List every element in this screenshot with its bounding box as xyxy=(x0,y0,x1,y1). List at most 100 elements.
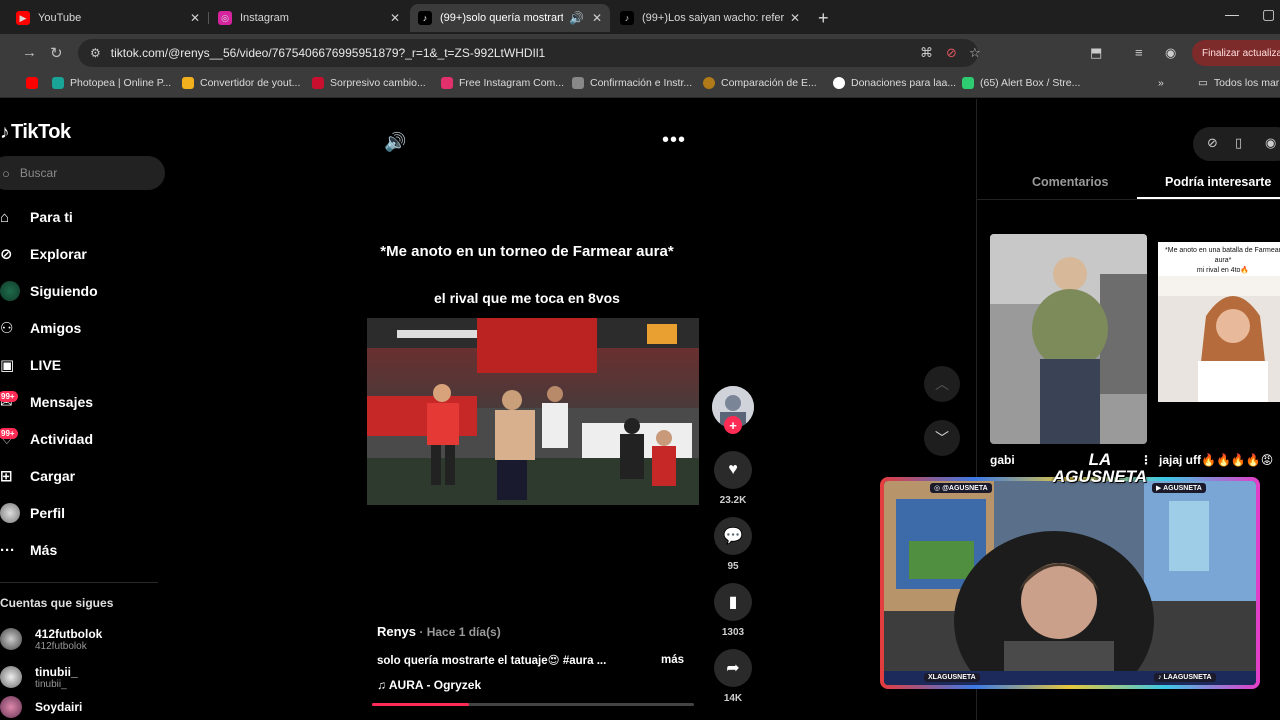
compare-icon xyxy=(703,77,715,89)
browser-tab-strip: ▶ YouTube ✕ ◎ Instagram ✕ ♪ (99+)solo qu… xyxy=(0,0,1280,34)
nav-label: Actividad xyxy=(30,431,94,447)
bookmark-label: Convertidor de yout... xyxy=(200,77,301,89)
extensions-icon[interactable]: ⬒ xyxy=(1090,45,1102,61)
converter-icon xyxy=(182,77,194,89)
phone-icon[interactable]: ▯ xyxy=(1235,135,1242,151)
previous-video-button[interactable]: ︿ xyxy=(924,366,960,402)
bookmark-item[interactable]: Free Instagram Com... xyxy=(441,77,564,89)
nav-cargar[interactable]: ⊞ Cargar xyxy=(0,461,75,491)
following-user[interactable]: 412futbolok 412futbolok xyxy=(0,621,102,657)
overlay-social-tag: ♪ LAAGUSNETA xyxy=(1154,673,1216,682)
suggested-video-2-header: *Me anoto en una batalla de Farmear aura… xyxy=(1165,247,1280,274)
tiktok-icon: ♪ xyxy=(418,11,432,25)
site-info-icon[interactable]: ⚙ xyxy=(90,46,101,60)
nav-para-ti[interactable]: ⌂ Para ti xyxy=(0,202,73,232)
tab-youtube[interactable]: ▶ YouTube ✕ xyxy=(8,4,208,32)
suggested-video-2-image xyxy=(1158,276,1280,402)
nav-perfil[interactable]: Perfil xyxy=(0,498,65,528)
close-icon[interactable]: ✕ xyxy=(790,11,800,25)
translate-icon[interactable]: ⌘ xyxy=(920,45,933,61)
user-name: 412futbolok xyxy=(35,626,103,641)
extension-blocked-icon[interactable]: ⊘ xyxy=(946,45,957,61)
speaker-icon[interactable]: 🔊 xyxy=(569,11,584,25)
heart-icon: ♥ xyxy=(728,461,738,478)
save-button[interactable]: ▮ xyxy=(714,583,752,621)
bookmark-item[interactable]: Convertidor de yout... xyxy=(182,77,300,89)
tab-tiktok-active[interactable]: ♪ (99+)solo quería mostrarte 🔊 ✕ xyxy=(410,4,610,32)
close-icon[interactable]: ✕ xyxy=(592,11,602,25)
youtube-bookmark-icon[interactable] xyxy=(26,77,44,89)
nav-mensajes[interactable]: ✉ 99+ Mensajes xyxy=(0,387,93,417)
music-track[interactable]: ♫ AURA - Ogryzek xyxy=(377,678,481,692)
volume-icon[interactable]: 🔊 xyxy=(384,132,406,153)
tiktok-icon: ♪ xyxy=(620,11,634,25)
bookmark-label: (65) Alert Box / Stre... xyxy=(980,77,1081,89)
profile-icon[interactable]: ◉ xyxy=(1165,45,1176,61)
nav-siguiendo[interactable]: Siguiendo xyxy=(0,276,98,306)
home-icon: ⌂ xyxy=(0,208,10,226)
video-progress-bar[interactable] xyxy=(372,703,694,706)
bookmark-item[interactable]: Comparación de E... xyxy=(703,77,817,89)
update-button[interactable]: Finalizar actualiza xyxy=(1192,40,1280,66)
tab-podria-interesarte[interactable]: Podría interesarte xyxy=(1165,175,1271,189)
comment-button[interactable]: 💬 xyxy=(714,517,752,555)
bookmark-label: Donaciones para laa... xyxy=(851,77,957,89)
search-icon: ○ xyxy=(2,165,10,181)
follow-button[interactable]: + xyxy=(724,416,742,434)
overlay-tag-text: XLAGUSNETA xyxy=(928,674,976,681)
bookmark-item[interactable]: Confirmación e Instr... xyxy=(572,77,692,89)
tab-title: YouTube xyxy=(38,12,82,24)
address-bar[interactable]: ⚙ tiktok.com/@renys__56/video/7675406676… xyxy=(78,39,981,67)
following-user[interactable]: tinubii_ tinubii_ xyxy=(0,659,78,695)
following-user[interactable]: Soydairi xyxy=(0,693,82,720)
chevron-right-icon[interactable]: » xyxy=(1158,77,1164,89)
bookmarks-bar: Photopea | Online P... Convertidor de yo… xyxy=(0,72,1280,98)
bookmark-item[interactable]: Sorpresivo cambio... xyxy=(312,77,426,89)
media-queue-icon[interactable]: ≡ xyxy=(1135,45,1143,60)
search-input[interactable] xyxy=(19,166,140,180)
video-author[interactable]: Renys · Hace 1 día(s) xyxy=(377,624,501,639)
tiktok-page: ♪TikTok ○ ⌂ Para ti ⊘ Explorar Siguiendo… xyxy=(0,99,1280,720)
overlay-tag-text: LAAGUSNETA xyxy=(1163,674,1212,681)
tab-tiktok-saiyan[interactable]: ♪ (99+)Los saiyan wacho: referen ✕ xyxy=(612,4,808,32)
nav-actividad[interactable]: ♡ 99+ Actividad xyxy=(0,424,93,454)
suggested-video-2[interactable]: *Me anoto en una batalla de Farmear aura… xyxy=(1158,242,1280,402)
close-icon[interactable]: ✕ xyxy=(390,11,400,25)
search-box[interactable]: ○ xyxy=(0,156,165,190)
sidebar-divider xyxy=(0,582,158,583)
tab-instagram[interactable]: ◎ Instagram ✕ xyxy=(210,4,408,32)
nav-live[interactable]: ▣ LIVE xyxy=(0,350,61,380)
maximize-button[interactable]: ▢ xyxy=(1262,6,1275,23)
minimize-button[interactable]: — xyxy=(1225,6,1239,22)
nav-mas[interactable]: ··· Más xyxy=(0,535,57,565)
tab-title: (99+)Los saiyan wacho: referen xyxy=(642,12,784,24)
suggested-video-2-title: jajaj uff🔥🔥🔥🔥😡 xyxy=(1159,453,1274,467)
streamer-webcam-overlay: ◎ @AGUSNETA ▶ AGUSNETA XLAGUSNETA ♪ LAAG… xyxy=(880,477,1260,689)
nav-explorar[interactable]: ⊘ Explorar xyxy=(0,239,87,269)
share-button[interactable]: ➦ xyxy=(714,649,752,687)
bookmark-item[interactable]: (65) Alert Box / Stre... xyxy=(962,77,1080,89)
bookmark-item[interactable]: Donaciones para laa... xyxy=(833,77,956,89)
suggested-video-1[interactable] xyxy=(990,234,1147,444)
photopea-icon xyxy=(52,77,64,89)
tab-comentarios[interactable]: Comentarios xyxy=(1032,175,1108,189)
video-frame[interactable] xyxy=(367,318,699,505)
nav-label: Siguiendo xyxy=(30,283,98,299)
tiktok-logo[interactable]: ♪ TikTok xyxy=(0,121,71,144)
next-video-button[interactable]: ﹀ xyxy=(924,420,960,456)
bookmark-item[interactable]: Photopea | Online P... xyxy=(52,77,171,89)
more-icon: ··· xyxy=(0,541,15,559)
forward-icon[interactable]: → xyxy=(22,44,37,61)
more-description-link[interactable]: más xyxy=(661,654,684,666)
bookmark-star-icon[interactable]: ☆ xyxy=(969,45,981,61)
close-icon[interactable]: ✕ xyxy=(190,11,200,25)
all-bookmarks-folder[interactable]: ▭ Todos los mar xyxy=(1198,77,1279,89)
reload-icon[interactable]: ↻ xyxy=(50,44,63,62)
like-button[interactable]: ♥ xyxy=(714,451,752,489)
nav-amigos[interactable]: ⚇ Amigos xyxy=(0,313,81,343)
new-tab-button[interactable]: + xyxy=(818,8,829,29)
more-options-icon[interactable]: ••• xyxy=(662,129,686,152)
avatar xyxy=(0,666,22,688)
compass-icon[interactable]: ⊘ xyxy=(1207,135,1218,151)
avatar-icon[interactable]: ◉ xyxy=(1265,135,1276,151)
